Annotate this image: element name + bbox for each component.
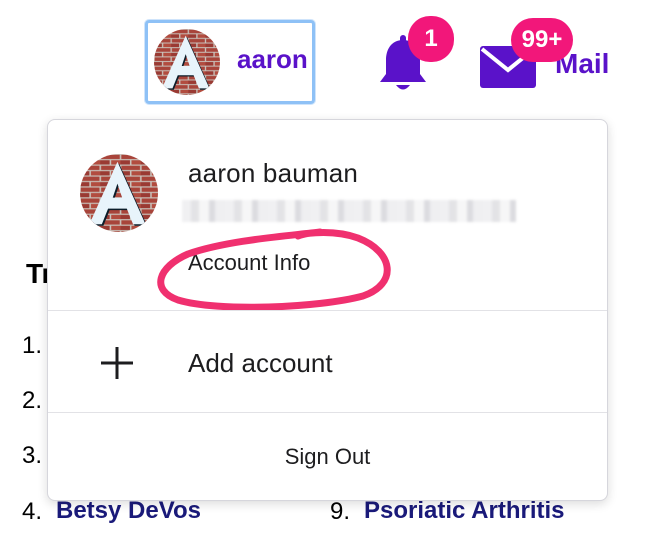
list-number: 9. [330,498,351,525]
sign-out-button[interactable]: Sign Out [48,414,607,500]
account-menu: aaron bauman Account Info Add account Si… [47,119,608,501]
list-number: 2. [22,387,43,414]
add-account-button[interactable]: Add account [48,312,607,412]
profile-button[interactable]: aaron [145,20,315,104]
menu-user-name: aaron bauman [188,158,359,188]
plus-icon [101,347,133,379]
redacted-email [182,200,516,222]
profile-name: aaron [237,43,308,74]
trending-item-link[interactable]: Betsy DeVos [56,497,201,525]
divider [48,310,607,311]
divider [48,412,607,413]
avatar [154,29,220,95]
list-number: 1. [22,332,43,359]
mail-badge: 99+ [511,18,573,62]
notification-badge: 1 [408,16,454,62]
list-number: 3. [22,442,43,469]
add-account-label: Add account [188,348,333,378]
avatar [80,154,158,232]
account-info-link[interactable]: Account Info [188,250,310,276]
trending-item-link[interactable]: Psoriatic Arthritis [364,497,565,525]
list-number: 4. [22,498,43,525]
